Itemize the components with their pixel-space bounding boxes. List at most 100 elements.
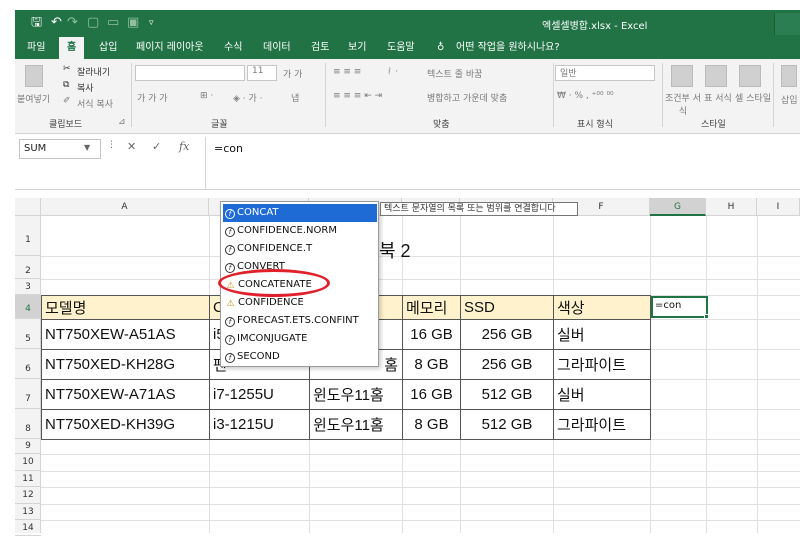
format-table-button[interactable]: 표 서식: [703, 91, 733, 104]
conditional-format-icon[interactable]: [671, 65, 693, 87]
align-left-icon[interactable]: ≡ ≡ ≡ ⇤ ⇥: [333, 91, 382, 101]
column-header-i[interactable]: I: [757, 198, 800, 216]
table-cell[interactable]: 16 GB: [402, 379, 461, 410]
cut-button[interactable]: 잘라내기: [77, 65, 110, 78]
table-cell[interactable]: 8 GB: [402, 349, 461, 380]
increase-font-icon[interactable]: 가 가: [283, 67, 302, 80]
table-cell[interactable]: 윈도우11홈: [309, 379, 403, 410]
insert-cells-button[interactable]: 삽입: [781, 93, 798, 106]
tab-page-layout[interactable]: 페이지 레이아웃: [136, 37, 204, 59]
fill-handle[interactable]: [704, 314, 709, 319]
tab-formulas[interactable]: 수식: [224, 37, 242, 59]
cell-style-icon[interactable]: [739, 65, 761, 87]
save-icon[interactable]: 🖫: [31, 15, 42, 31]
table-cell[interactable]: 실버: [553, 319, 651, 350]
row-header[interactable]: 14: [15, 520, 41, 536]
font-size-select[interactable]: 11: [247, 65, 277, 81]
tab-file[interactable]: 파일: [27, 37, 45, 59]
wrap-text-button[interactable]: 텍스트 줄 바꿈: [427, 67, 482, 80]
autocomplete-item-second[interactable]: f SECOND: [223, 348, 377, 366]
autocomplete-item-forecast-ets-confint[interactable]: f FORECAST.ETS.CONFINT: [223, 312, 377, 330]
tab-home[interactable]: 홈: [59, 37, 85, 59]
row-header[interactable]: 13: [15, 504, 41, 520]
copy-icon[interactable]: ⧉: [63, 80, 69, 90]
autocomplete-item-confidence[interactable]: ⚠ CONFIDENCE: [223, 294, 377, 312]
copy-button[interactable]: 복사: [77, 81, 94, 94]
row-header[interactable]: 1: [15, 216, 41, 256]
table-cell[interactable]: NT750XEW-A51AS: [41, 319, 210, 350]
ribbon-display-icon[interactable]: [774, 13, 800, 35]
table-header-cell[interactable]: 메모리: [402, 295, 461, 320]
table-cell[interactable]: i7-1255U: [209, 379, 310, 410]
column-header-h[interactable]: H: [706, 198, 757, 216]
paste-icon[interactable]: [25, 65, 43, 87]
border-icon[interactable]: ⊞ ·: [200, 91, 213, 101]
customize-icon[interactable]: ▿: [149, 15, 154, 31]
select-all-corner[interactable]: [15, 198, 41, 216]
font-name-select[interactable]: [135, 65, 245, 81]
table-cell[interactable]: NT750XED-KH28G: [41, 349, 210, 380]
row-header[interactable]: 12: [15, 487, 41, 504]
row-header[interactable]: 3: [15, 279, 41, 295]
insert-function-icon[interactable]: fx: [179, 140, 189, 153]
name-box-dropdown-icon[interactable]: ▼: [84, 139, 90, 157]
clipboard-launcher-icon[interactable]: ⊿: [118, 117, 126, 127]
cell-style-button[interactable]: 셀 스타일: [735, 91, 771, 104]
table-cell[interactable]: 512 GB: [460, 379, 554, 410]
number-format-select[interactable]: 일반: [555, 65, 655, 81]
table-cell[interactable]: 256 GB: [460, 319, 554, 350]
cut-icon[interactable]: ✂: [63, 64, 71, 74]
cancel-icon[interactable]: ✕: [127, 140, 136, 153]
phonetic-icon[interactable]: 냅: [291, 91, 299, 104]
tab-data[interactable]: 데이터: [263, 37, 291, 59]
undo-icon[interactable]: ↶: [51, 15, 62, 31]
merge-center-button[interactable]: 병합하고 가운데 맞춤: [427, 91, 507, 104]
currency-icon[interactable]: ₩ · % , ⁺⁰⁰ ⁰⁰: [557, 91, 614, 101]
table-cell[interactable]: NT750XEW-A71AS: [41, 379, 210, 410]
table-header-cell[interactable]: SSD: [460, 295, 554, 320]
tab-review[interactable]: 검토: [311, 37, 329, 59]
table-cell[interactable]: 실버: [553, 379, 651, 410]
row-header[interactable]: 8: [15, 409, 41, 439]
table-cell[interactable]: 256 GB: [460, 349, 554, 380]
active-cell-g4[interactable]: =con: [651, 296, 708, 318]
tab-help[interactable]: 도움말: [387, 37, 415, 59]
preview-icon[interactable]: ▣: [127, 15, 139, 31]
formula-input[interactable]: =con: [214, 142, 243, 155]
bold-icon[interactable]: 가 가 가: [137, 91, 168, 104]
row-header[interactable]: 6: [15, 349, 41, 379]
row-header[interactable]: 2: [15, 256, 41, 279]
row-header[interactable]: 10: [15, 454, 41, 471]
autocomplete-item-concat[interactable]: f CONCAT: [223, 204, 377, 222]
format-painter-icon[interactable]: ✐: [63, 96, 71, 106]
row-header[interactable]: 7: [15, 379, 41, 409]
tell-me-input[interactable]: 어떤 작업을 원하시나요?: [456, 37, 560, 59]
open-icon[interactable]: ▭: [107, 15, 119, 31]
worksheet-grid[interactable]: 북 2 모델명 C 메모리 SSD 색상 NT750XEW-A51AS i5 1…: [41, 216, 800, 533]
column-header-a[interactable]: A: [41, 198, 209, 216]
row-header[interactable]: 9: [15, 439, 41, 454]
fill-color-icon[interactable]: ◈ · 가 ·: [233, 91, 263, 104]
row-header[interactable]: 5: [15, 319, 41, 349]
row-header[interactable]: 4: [15, 295, 41, 319]
row-header[interactable]: 11: [15, 471, 41, 487]
table-cell[interactable]: 윈도우11홈: [309, 409, 403, 440]
autocomplete-item-confidence-norm[interactable]: f CONFIDENCE.NORM: [223, 222, 377, 240]
table-cell[interactable]: 그라파이트: [553, 409, 651, 440]
table-header-cell[interactable]: 색상: [553, 295, 651, 320]
tab-insert[interactable]: 삽입: [99, 37, 117, 59]
table-cell[interactable]: i3-1215U: [209, 409, 310, 440]
align-top-icon[interactable]: ≡ ≡ ≡: [333, 67, 361, 77]
column-header-g[interactable]: G: [650, 198, 706, 216]
insert-cells-icon[interactable]: [781, 65, 797, 87]
format-painter-button[interactable]: 서식 복사: [77, 97, 113, 110]
tab-view[interactable]: 보기: [348, 37, 366, 59]
paste-button[interactable]: 붙여넣기: [17, 92, 50, 105]
table-header-cell[interactable]: 모델명: [41, 295, 210, 320]
table-cell[interactable]: 그라파이트: [553, 349, 651, 380]
table-cell[interactable]: NT750XED-KH39G: [41, 409, 210, 440]
redo-icon[interactable]: ↷: [67, 15, 78, 31]
autocomplete-item-imconjugate[interactable]: f IMCONJUGATE: [223, 330, 377, 348]
new-icon[interactable]: ▢: [87, 15, 99, 31]
table-cell[interactable]: 512 GB: [460, 409, 554, 440]
